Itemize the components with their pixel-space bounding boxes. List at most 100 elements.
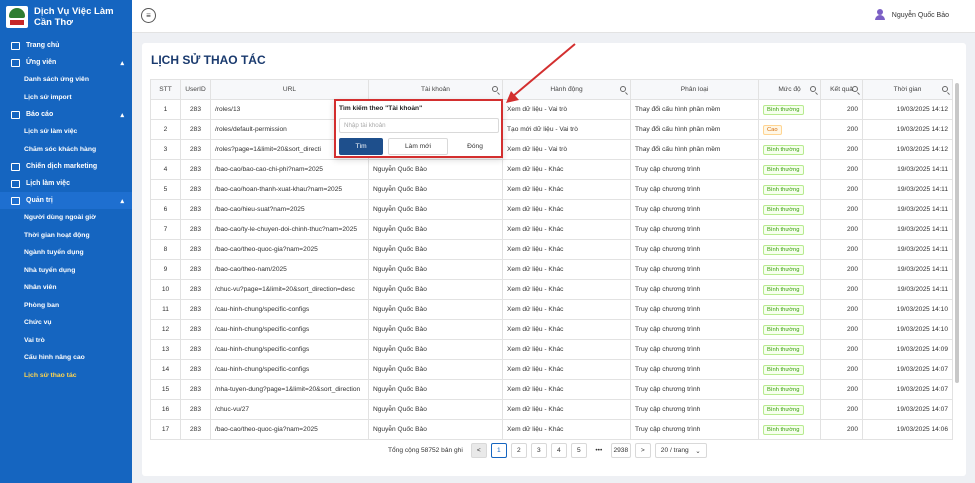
table-row[interactable]: 3 283/roles?page=1&limit=20&sort_directi X… xyxy=(150,139,953,160)
table-row[interactable]: 1 283/roles/13 Xem dữ liệu - Vai trò Thay đ… xyxy=(150,99,953,120)
search-icon[interactable] xyxy=(620,86,626,92)
sidebar-item-advanced-config[interactable]: Cấu hình nâng cao xyxy=(0,349,132,367)
cell-userid: 283 xyxy=(180,279,211,300)
cell-userid: 283 xyxy=(180,359,211,380)
col-time[interactable]: Thời gian xyxy=(862,79,953,100)
table-row[interactable]: 13 283/cau-hinh-chung/specific-configs Ngu… xyxy=(150,339,953,360)
sidebar-item-roles[interactable]: Vai trò xyxy=(0,332,132,350)
page-ellipsis[interactable]: ••• xyxy=(590,443,607,458)
sidebar-item-import-history[interactable]: Lịch sử import xyxy=(0,89,132,107)
sidebar-item-marketing[interactable]: Chiến dịch marketing xyxy=(0,158,132,175)
cell-stt: 12 xyxy=(150,319,181,340)
user-icon xyxy=(11,58,20,67)
sidebar-item-departments[interactable]: Phòng ban xyxy=(0,297,132,315)
table-row[interactable]: 12 283/cau-hinh-chung/specific-configs Ngu… xyxy=(150,319,953,340)
col-action[interactable]: Hành động xyxy=(502,79,631,100)
table-row[interactable]: 17 283/bao-cao/theo-quoc-gia?nam=2025 Nguy… xyxy=(150,419,953,440)
cell-time: 19/03/2025 14:07 xyxy=(862,359,953,380)
table-row[interactable]: 15 283/nha-tuyen-dung?page=1&limit=20&sor… xyxy=(150,379,953,400)
sidebar-item-candidates[interactable]: Ứng viên ▴ xyxy=(0,54,132,71)
cell-result: 200 xyxy=(820,319,863,340)
sidebar-item-industries[interactable]: Ngành tuyển dụng xyxy=(0,244,132,262)
sidebar-item-activity-time[interactable]: Thời gian hoạt động xyxy=(0,227,132,245)
scroll-thumb[interactable] xyxy=(955,83,959,383)
cell-time: 19/03/2025 14:11 xyxy=(862,239,953,260)
close-button[interactable]: Đóng xyxy=(453,138,497,155)
search-icon[interactable] xyxy=(942,86,948,92)
search-icon[interactable] xyxy=(852,86,858,92)
col-result[interactable]: Kết quả xyxy=(820,79,863,100)
table-row[interactable]: 5 283/bao-cao/hoan-thanh-xuat-khau?nam=20… xyxy=(150,179,953,200)
cell-category: Truy cập chương trình xyxy=(630,259,759,280)
sidebar-item-schedule[interactable]: Lịch làm việc xyxy=(0,175,132,192)
cell-stt: 4 xyxy=(150,159,181,180)
cell-action: Xem dữ liệu - Khác xyxy=(502,319,631,340)
cell-category: Truy cập chương trình xyxy=(630,199,759,220)
next-page-button[interactable]: > xyxy=(634,443,651,458)
col-category: Phân loại xyxy=(630,79,759,100)
status-badge: Bình thường xyxy=(763,344,804,355)
avatar-icon xyxy=(874,9,885,21)
search-icon[interactable] xyxy=(492,86,498,92)
sidebar-item-staff[interactable]: Nhân viên xyxy=(0,279,132,297)
cell-account: Nguyễn Quốc Bảo xyxy=(368,179,503,200)
user-menu[interactable]: Nguyễn Quốc Bảo xyxy=(874,9,949,21)
page-size-select[interactable]: 20 / trang ⌄ xyxy=(654,443,707,458)
table-row[interactable]: 9 283/bao-cao/theo-nam/2025 Nguyễn Quốc Bả… xyxy=(150,259,953,280)
table-row[interactable]: 6 283/bao-cao/hieu-suat?nam=2025 Nguyễn Qu… xyxy=(150,199,953,220)
cell-url: /bao-cao/bao-cao-chi-phi?nam=2025 xyxy=(210,159,369,180)
sidebar-item-positions[interactable]: Chức vụ xyxy=(0,314,132,332)
cell-stt: 3 xyxy=(150,139,181,160)
cell-result: 200 xyxy=(820,219,863,240)
page-1-button[interactable]: 1 xyxy=(490,443,507,458)
cell-url: /chuc-vu?page=1&limit=20&sort_direction=… xyxy=(210,279,369,300)
cell-result: 200 xyxy=(820,99,863,120)
page-3-button[interactable]: 3 xyxy=(530,443,547,458)
cell-category: Thay đổi cấu hình phần mềm xyxy=(630,99,759,120)
sidebar-item-employers[interactable]: Nhà tuyển dụng xyxy=(0,262,132,280)
prev-page-button[interactable]: < xyxy=(470,443,487,458)
sidebar-item-reports[interactable]: Báo cáo ▴ xyxy=(0,106,132,123)
last-page-button[interactable]: 2938 xyxy=(610,443,631,458)
sidebar-item-candidate-list[interactable]: Danh sách ứng viên xyxy=(0,71,132,89)
table-row[interactable]: 11 283/cau-hinh-chung/specific-configs Ngu… xyxy=(150,299,953,320)
brand[interactable]: Dịch Vụ Việc Làm Cần Thơ xyxy=(0,0,132,33)
sidebar-item-admin[interactable]: Quản trị ▴ xyxy=(0,192,132,209)
reset-button[interactable]: Làm mới xyxy=(388,138,448,155)
table-row[interactable]: 16 283/chuc-vu/27 Nguyễn Quốc Bảo Xem dữ li… xyxy=(150,399,953,420)
col-account[interactable]: Tài khoản xyxy=(368,79,503,100)
cell-account: Nguyễn Quốc Bảo xyxy=(368,419,503,440)
sidebar-item-customer-care[interactable]: Chăm sóc khách hàng xyxy=(0,141,132,159)
find-button[interactable]: Tìm xyxy=(339,138,383,155)
page-4-button[interactable]: 4 xyxy=(550,443,567,458)
sidebar-item-after-hours-users[interactable]: Người dùng ngoài giờ xyxy=(0,209,132,227)
sidebar-item-work-history[interactable]: Lịch sử làm việc xyxy=(0,123,132,141)
cell-url: /bao-cao/theo-nam/2025 xyxy=(210,259,369,280)
sidebar-item-home[interactable]: Trang chủ xyxy=(0,37,132,54)
page-2-button[interactable]: 2 xyxy=(510,443,527,458)
table-row[interactable]: 8 283/bao-cao/theo-quoc-gia?nam=2025 Nguyễ… xyxy=(150,239,953,260)
search-icon[interactable] xyxy=(810,86,816,92)
table-row[interactable]: 4 283/bao-cao/bao-cao-chi-phi?nam=2025 Ngu… xyxy=(150,159,953,180)
cell-userid: 283 xyxy=(180,139,211,160)
cell-stt: 11 xyxy=(150,299,181,320)
table-row[interactable]: 7 283/bao-cao/ty-le-chuyen-doi-chinh-thuc… xyxy=(150,219,953,240)
cell-url: /cau-hinh-chung/specific-configs xyxy=(210,339,369,360)
col-level[interactable]: Mức độ xyxy=(758,79,821,100)
page-5-button[interactable]: 5 xyxy=(570,443,587,458)
table-row[interactable]: 14 283/cau-hinh-chung/specific-configs Ngu… xyxy=(150,359,953,380)
status-badge: Bình thường xyxy=(763,404,804,415)
cell-level: Bình thường xyxy=(758,419,821,440)
account-search-input[interactable] xyxy=(339,118,499,133)
cell-result: 200 xyxy=(820,279,863,300)
table-scrollbar[interactable] xyxy=(954,79,960,477)
cell-action: Xem dữ liệu - Vai trò xyxy=(502,139,631,160)
table-row[interactable]: 2 283/roles/default-permission Tạo mới dữ … xyxy=(150,119,953,140)
cell-time: 19/03/2025 14:07 xyxy=(862,379,953,400)
cell-level: Bình thường xyxy=(758,179,821,200)
cell-url: /bao-cao/theo-quoc-gia?nam=2025 xyxy=(210,239,369,260)
table-row[interactable]: 10 283/chuc-vu?page=1&limit=20&sort_direc… xyxy=(150,279,953,300)
sidebar-item-action-history[interactable]: Lịch sử thao tác xyxy=(0,367,132,385)
cell-category: Truy cập chương trình xyxy=(630,299,759,320)
menu-toggle-button[interactable]: ≡ xyxy=(141,8,156,23)
